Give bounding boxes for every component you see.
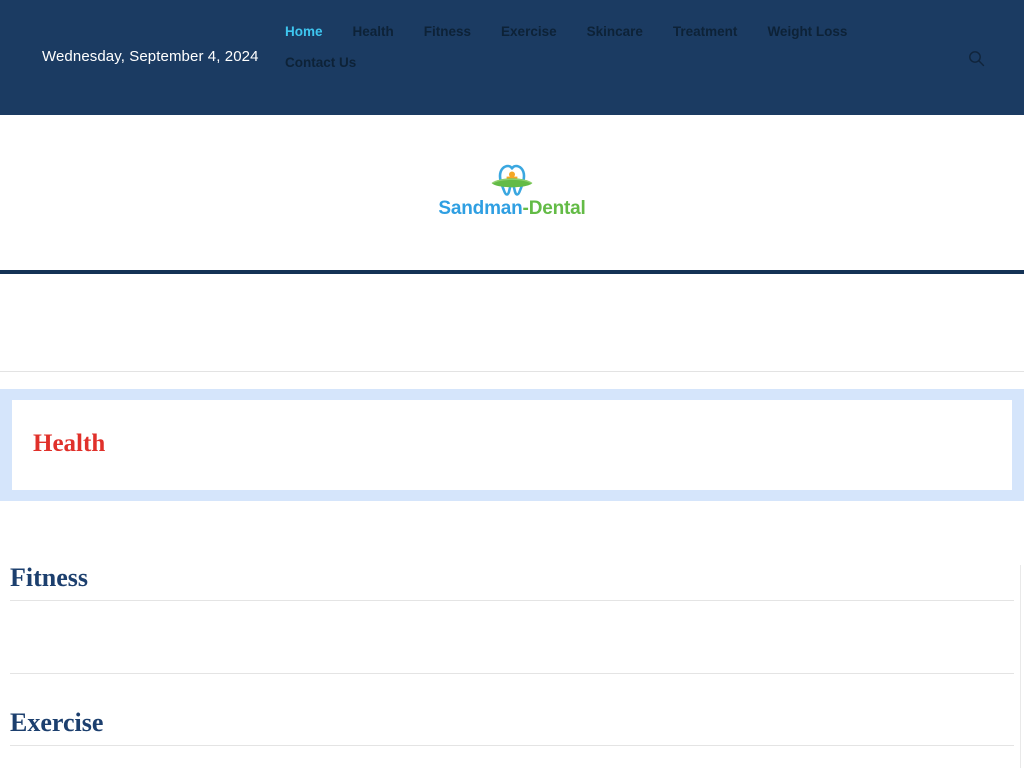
primary-navigation: Home Health Fitness Exercise Skincare Tr… (270, 16, 900, 78)
logo-word-primary: Sandman (438, 197, 523, 219)
featured-health-card: Health (12, 400, 1012, 490)
logo-area: Sandman-Dental (0, 115, 1024, 270)
logo-wordmark: Sandman-Dental (438, 199, 585, 218)
nav-item-health[interactable]: Health (338, 16, 409, 47)
ad-strip-placeholder (0, 274, 1024, 372)
nav-item-weight-loss[interactable]: Weight Loss (752, 16, 862, 47)
featured-health-title[interactable]: Health (33, 431, 105, 456)
site-header: Wednesday, September 4, 2024 Home Health… (0, 0, 1024, 115)
content-right-edge (1020, 565, 1021, 768)
exercise-divider (10, 745, 1014, 746)
tooth-sun-logo-icon (491, 164, 533, 196)
logo-word-secondary: Dental (528, 197, 586, 219)
search-icon (968, 50, 984, 66)
nav-item-skincare[interactable]: Skincare (572, 16, 658, 47)
site-logo[interactable]: Sandman-Dental (438, 164, 586, 218)
fitness-divider-top (10, 600, 1014, 601)
nav-item-contact-us[interactable]: Contact Us (270, 47, 371, 78)
nav-item-home[interactable]: Home (270, 16, 338, 47)
search-button[interactable] (964, 46, 988, 70)
fitness-divider-bottom (10, 673, 1014, 674)
strip-divider (0, 371, 1024, 372)
nav-item-exercise[interactable]: Exercise (486, 16, 572, 47)
nav-item-treatment[interactable]: Treatment (658, 16, 753, 47)
featured-health-band: Health (0, 389, 1024, 501)
current-date-label: Wednesday, September 4, 2024 (42, 48, 259, 65)
nav-item-fitness[interactable]: Fitness (409, 16, 486, 47)
section-title-exercise[interactable]: Exercise (10, 710, 103, 736)
section-title-fitness[interactable]: Fitness (10, 565, 88, 591)
nav-list: Home Health Fitness Exercise Skincare Tr… (270, 16, 900, 78)
